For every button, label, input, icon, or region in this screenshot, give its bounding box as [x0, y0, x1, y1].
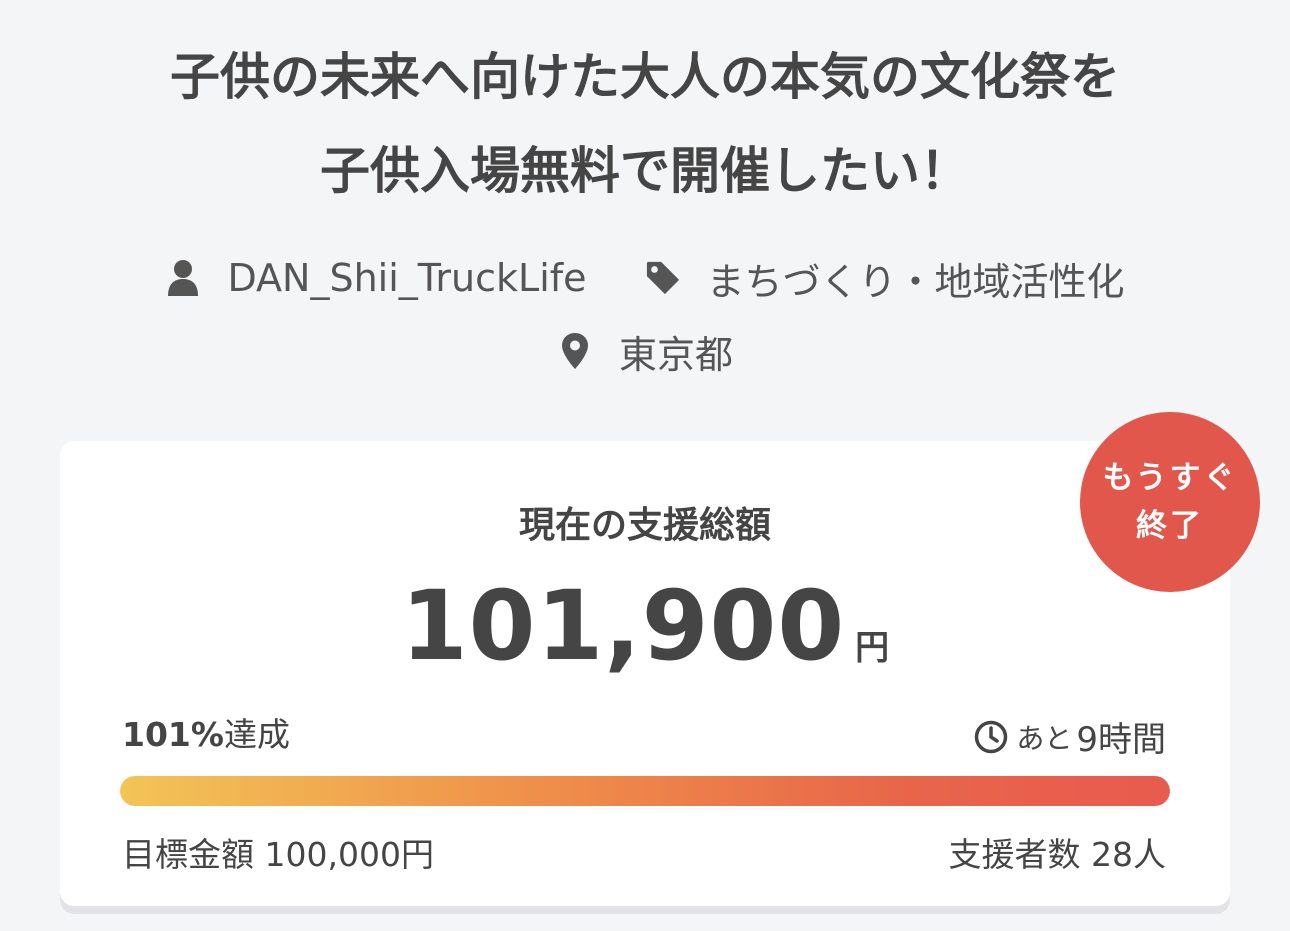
supporter-count: 支援者数 28人: [948, 835, 1166, 874]
progress-bar-fill: [120, 776, 1170, 806]
remaining-prefix: あと: [1016, 721, 1073, 755]
project-title: 子供の未来へ向けた大人の本気の文化祭を 子供入場無料で開催したい！: [40, 30, 1250, 218]
map-pin-icon: [557, 331, 593, 371]
location-name: 東京都: [618, 332, 733, 377]
user-icon: [165, 258, 201, 298]
total-support-label: 現在の支援総額: [518, 505, 771, 546]
achievement-suffix: 達成: [223, 715, 290, 754]
badge-line-1: もうすぐ: [1102, 460, 1238, 496]
owner-name: DAN_Shii_TruckLife: [227, 256, 587, 300]
achievement-percent: 101%: [122, 715, 224, 754]
amount-unit: 円: [855, 628, 890, 668]
title-line-1: 子供の未来へ向けた大人の本気の文化祭を: [170, 48, 1120, 106]
tag-icon: [645, 258, 681, 298]
progress-bar: [120, 776, 1170, 806]
category-name: まちづくり・地域活性化: [706, 259, 1125, 304]
location-link[interactable]: 東京都: [557, 324, 733, 379]
project-meta-row: DAN_Shii_TruckLife まちづくり・地域活性化: [0, 247, 1290, 309]
category-link[interactable]: まちづくり・地域活性化: [645, 251, 1125, 306]
project-location-row: 東京都: [0, 320, 1290, 382]
owner-link[interactable]: DAN_Shii_TruckLife: [165, 256, 587, 300]
goal-amount: 目標金額 100,000円: [122, 835, 434, 874]
amount-value: 101,900: [400, 570, 846, 682]
total-support-amount: 101,900 円: [60, 570, 1230, 682]
time-remaining: あと 9時間: [974, 712, 1166, 761]
title-line-2: 子供入場無料で開催したい！: [320, 142, 970, 200]
project-page: 子供の未来へ向けた大人の本気の文化祭を 子供入場無料で開催したい！ DAN_Sh…: [0, 0, 1290, 931]
remaining-value: 9時間: [1076, 720, 1166, 760]
achievement-rate: 101%達成: [122, 708, 290, 756]
clock-icon: [974, 720, 1008, 754]
